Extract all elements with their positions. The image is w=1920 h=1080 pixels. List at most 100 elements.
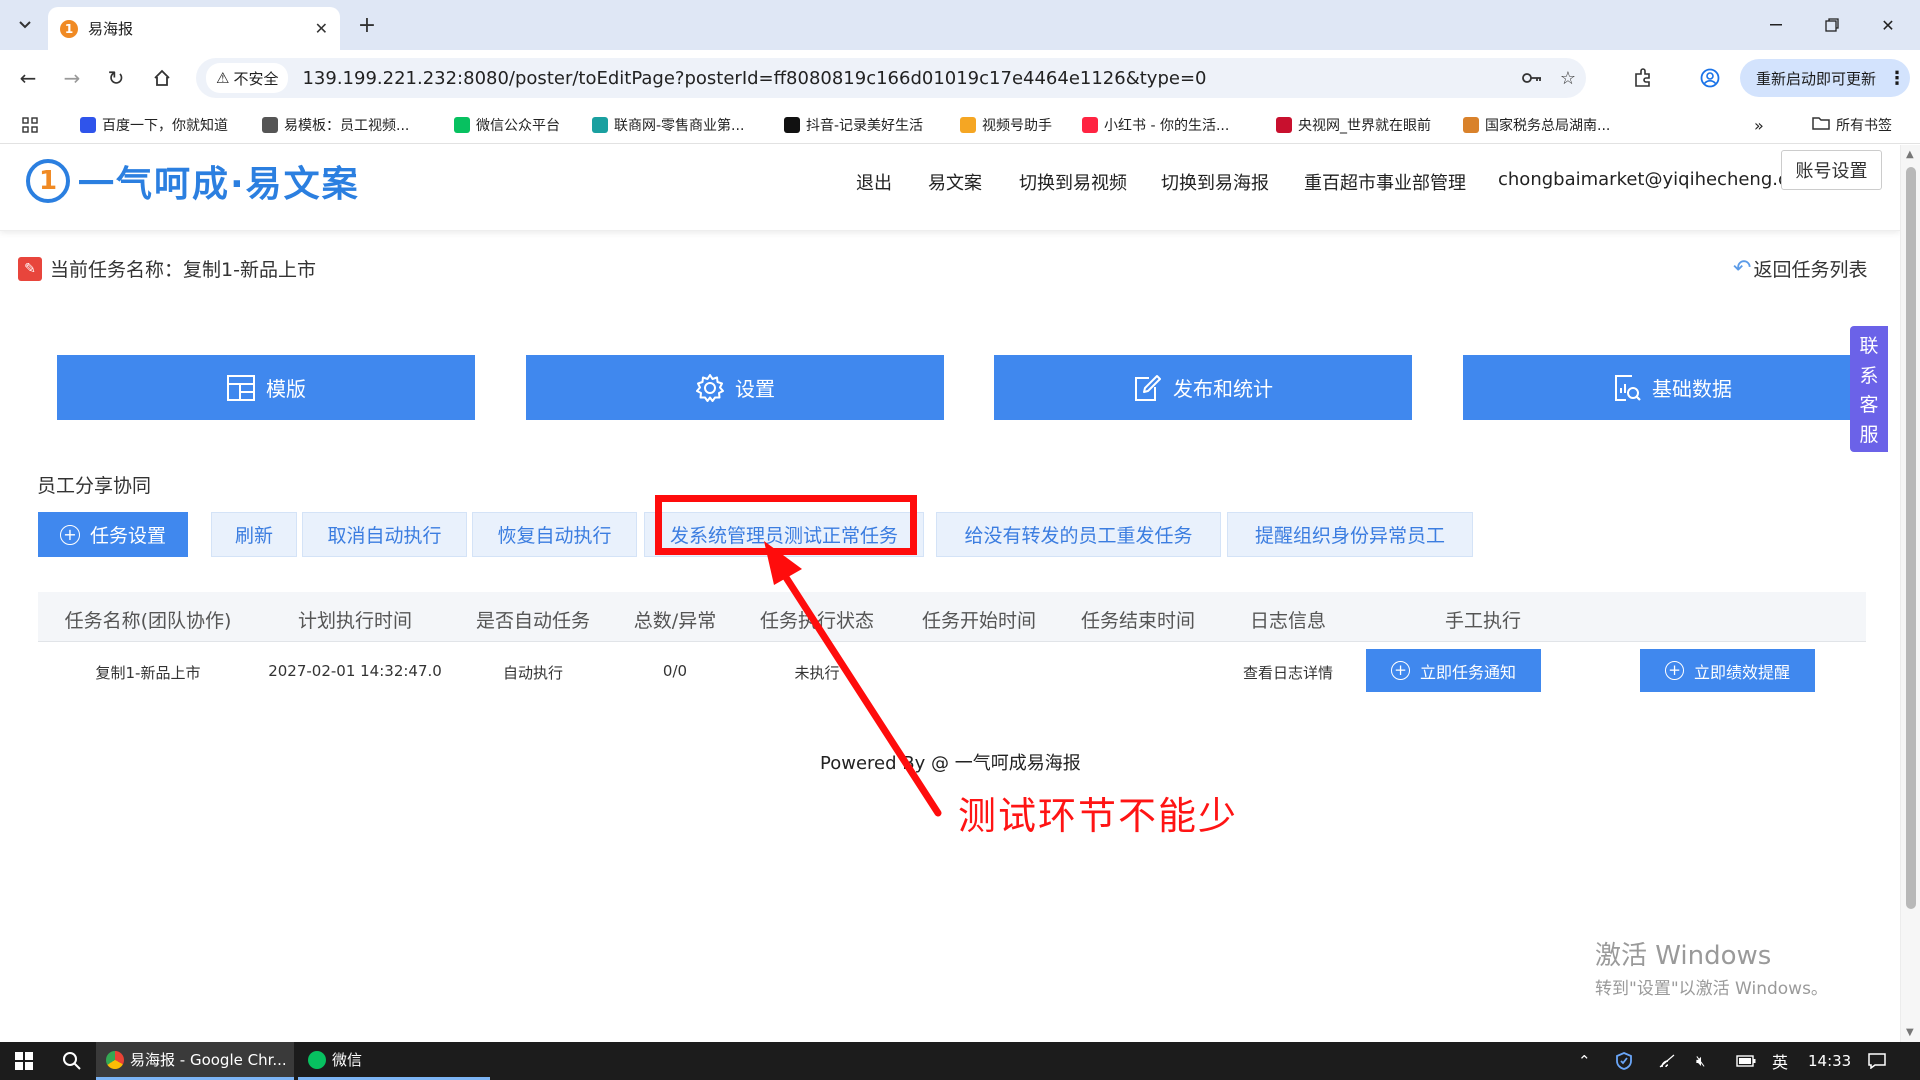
close-icon: ✕ [1881, 15, 1895, 35]
publish-stats-button-label: 发布和统计 [1173, 377, 1273, 401]
remind-now-button[interactable]: + 立即绩效提醒 [1640, 649, 1815, 692]
contact-service-tab[interactable]: 联 系 客 服 [1850, 326, 1888, 452]
nav-account-email[interactable]: chongbaimarket@yiqihecheng.cc [1498, 169, 1798, 190]
taskbar-chrome[interactable]: 易海报 - Google Chr... [96, 1042, 294, 1080]
account-settings-button[interactable]: 账号设置 [1781, 150, 1882, 190]
current-task-label: 当前任务名称：复制1-新品上市 [50, 259, 316, 281]
scroll-up-icon[interactable]: ▲ [1906, 149, 1914, 160]
apps-grid-icon[interactable] [22, 114, 38, 136]
tab-search-button[interactable] [11, 11, 39, 39]
bookmark-item[interactable]: 联商网-零售商业第... [592, 114, 744, 136]
home-icon [154, 69, 170, 86]
scroll-down-icon[interactable]: ▼ [1906, 1027, 1914, 1038]
side-service-char: 服 [1859, 423, 1879, 446]
bookmarks-overflow-button[interactable]: » [1754, 114, 1764, 136]
bookmark-favicon-icon [1082, 117, 1098, 133]
back-link-label: 返回任务列表 [1753, 259, 1868, 281]
back-to-task-list[interactable]: ↶ 返回任务列表 [1733, 255, 1867, 282]
data-report-icon [1615, 374, 1641, 401]
battery-icon[interactable] [1736, 1042, 1756, 1080]
bookmark-favicon-icon [262, 117, 278, 133]
volume-muted-icon[interactable]: 🔇︎ [1696, 1042, 1705, 1080]
resend-task-button[interactable]: 给没有转发的员工重发任务 [936, 512, 1221, 557]
reload-button[interactable]: ↻ [100, 62, 132, 94]
url-text[interactable]: 139.199.221.232:8080/poster/toEditPage?p… [302, 68, 1514, 89]
cell-planned-time: 2027-02-01 14:32:47.0 [268, 662, 442, 680]
minimize-button[interactable] [1748, 0, 1804, 50]
nav-logout[interactable]: 退出 [856, 169, 892, 195]
tab-close-icon[interactable]: ✕ [315, 19, 328, 38]
browser-tab-active[interactable]: 1 易海报 ✕ [48, 7, 340, 50]
cell-auto: 自动执行 [502, 664, 564, 682]
bookmark-item[interactable]: 视频号助手 [960, 114, 1052, 136]
back-button[interactable]: ← [12, 62, 44, 94]
column-header: 任务名称(团队协作) [64, 610, 232, 632]
bookmark-star-icon[interactable]: ☆ [1550, 60, 1586, 96]
current-task: ✎ 当前任务名称：复制1-新品上市 [18, 255, 316, 282]
update-button[interactable]: 重新启动即可更新 ⋮ [1740, 59, 1910, 97]
forward-button[interactable]: → [56, 62, 88, 94]
resume-auto-run-button[interactable]: 恢复自动执行 [472, 512, 637, 557]
arrow-left-icon: ← [19, 66, 37, 90]
clock[interactable]: 14:33 [1808, 1042, 1851, 1080]
task-settings-button[interactable]: + 任务设置 [38, 512, 188, 557]
task-settings-label: 任务设置 [89, 525, 166, 547]
start-button[interactable] [0, 1042, 48, 1080]
site-logo[interactable]: 1 一气呵成·易文案 [26, 155, 360, 207]
chevron-down-icon [19, 21, 31, 29]
restore-button[interactable] [1804, 0, 1860, 50]
profile-icon[interactable] [1694, 62, 1726, 94]
nav-department[interactable]: 重百超市事业部管理 [1304, 169, 1466, 195]
column-header: 计划执行时间 [297, 610, 413, 632]
home-button[interactable] [146, 62, 178, 94]
security-chip[interactable]: ⚠ 不安全 [206, 63, 289, 93]
settings-button[interactable]: 设置 [526, 355, 944, 420]
tray-overflow-icon[interactable]: ⌃ [1578, 1042, 1591, 1080]
windows-taskbar: 易海报 - Google Chr... 微信 ⌃ 🔇︎ 英 14:33 [0, 1042, 1920, 1080]
bookmark-item[interactable]: 易模板：员工视频... [262, 114, 409, 136]
bookmark-item[interactable]: 央视网_世界就在眼前 [1276, 114, 1431, 136]
view-log-link[interactable]: 查看日志详情 [1243, 662, 1333, 683]
table-row: 复制1-新品上市 2027-02-01 14:32:47.0 自动执行 0/0 … [38, 642, 1866, 704]
refresh-button[interactable]: 刷新 [211, 512, 297, 557]
remind-abnormal-staff-button[interactable]: 提醒组织身份异常员工 [1227, 512, 1473, 557]
side-service-char: 系 [1859, 364, 1879, 387]
cell-status: 未执行 [794, 664, 840, 682]
bookmark-item[interactable]: 国家税务总局湖南... [1463, 114, 1610, 136]
page-scrollbar[interactable]: ▲ ▼ [1900, 145, 1920, 1042]
scrollbar-thumb[interactable] [1906, 167, 1916, 909]
extensions-icon[interactable] [1627, 62, 1659, 94]
taskbar-wechat[interactable]: 微信 [298, 1042, 490, 1080]
bookmark-label: 联商网-零售商业第... [614, 118, 745, 134]
nav-switch-video[interactable]: 切换到易视频 [1019, 169, 1127, 195]
bookmark-favicon-icon [1463, 117, 1479, 133]
notify-now-button[interactable]: + 立即任务通知 [1366, 649, 1541, 692]
network-icon[interactable] [1658, 1042, 1676, 1080]
template-button[interactable]: 模版 [57, 355, 475, 420]
close-window-button[interactable]: ✕ [1860, 0, 1916, 50]
notification-center-icon[interactable] [1868, 1042, 1886, 1080]
return-arrow-icon: ↶ [1733, 256, 1752, 281]
bookmark-item[interactable]: 百度一下，你就知道 [80, 114, 228, 136]
bookmark-label: 百度一下，你就知道 [102, 118, 228, 134]
new-tab-button[interactable]: + [352, 10, 382, 40]
base-data-button[interactable]: 基础数据 [1463, 355, 1881, 420]
column-header: 任务结束时间 [1080, 610, 1196, 632]
bookmark-favicon-icon [80, 117, 96, 133]
bookmark-item[interactable]: 小红书 - 你的生活... [1082, 114, 1229, 136]
cancel-auto-run-button[interactable]: 取消自动执行 [302, 512, 467, 557]
address-bar[interactable]: ⚠ 不安全 139.199.221.232:8080/poster/toEdit… [196, 58, 1586, 98]
nav-yiwenan[interactable]: 易文案 [928, 169, 982, 195]
plus-circle-icon: + [1664, 661, 1684, 680]
publish-stats-button[interactable]: 发布和统计 [994, 355, 1412, 420]
gear-icon [696, 373, 724, 402]
browser-titlebar: 1 易海报 ✕ + ✕ [0, 0, 1920, 50]
bookmark-item[interactable]: 微信公众平台 [454, 114, 560, 136]
input-method-indicator[interactable]: 英 [1772, 1042, 1788, 1080]
taskbar-search-button[interactable] [48, 1042, 96, 1080]
all-bookmarks-button[interactable]: 所有书签 [1812, 114, 1892, 136]
bookmark-item[interactable]: 抖音-记录美好生活 [784, 114, 923, 136]
password-key-icon[interactable] [1514, 60, 1550, 96]
security-shield-icon[interactable] [1616, 1042, 1632, 1080]
nav-switch-poster[interactable]: 切换到易海报 [1161, 169, 1269, 195]
